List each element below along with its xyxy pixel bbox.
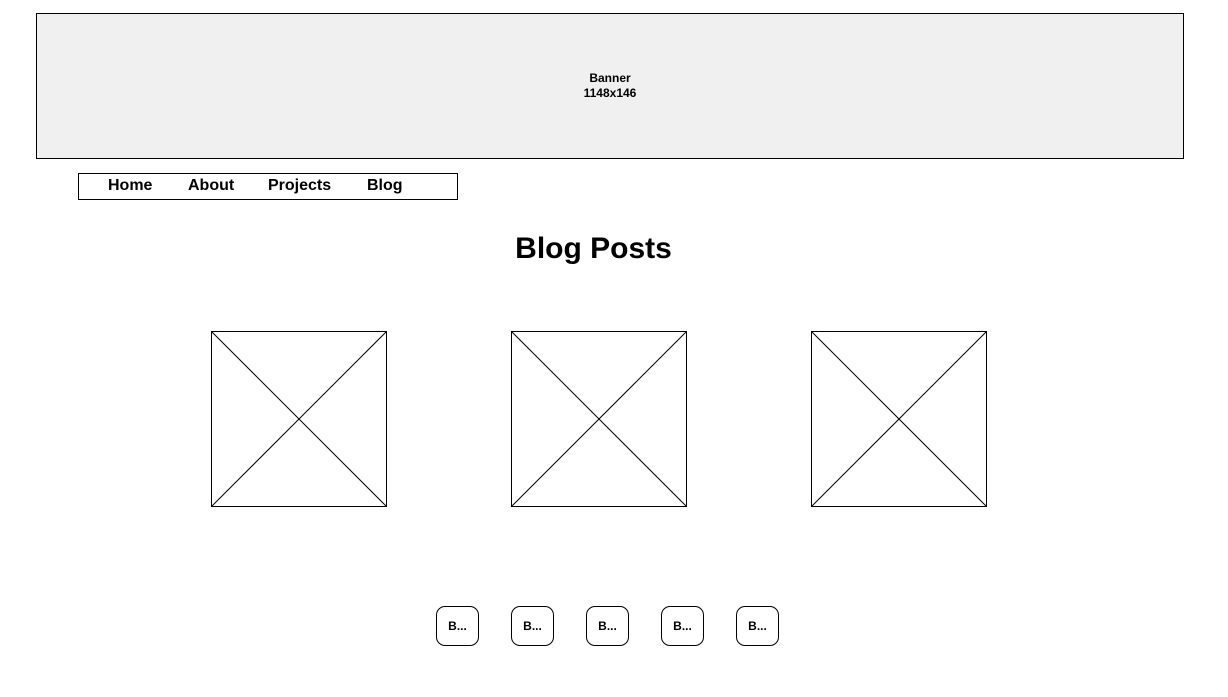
- nav-item-projects[interactable]: Projects: [268, 176, 331, 196]
- banner-placeholder: Banner 1148x146: [36, 13, 1184, 159]
- blog-post-image-placeholder[interactable]: [511, 331, 687, 507]
- pagination-button[interactable]: B...: [511, 606, 554, 646]
- main-nav: Home About Projects Blog: [78, 173, 458, 200]
- image-placeholder-icon: [212, 332, 386, 506]
- page-title: Blog Posts: [515, 232, 672, 265]
- image-placeholder-icon: [812, 332, 986, 506]
- pagination-button[interactable]: B...: [436, 606, 479, 646]
- image-placeholder-icon: [512, 332, 686, 506]
- pagination-button[interactable]: B...: [586, 606, 629, 646]
- banner-title: Banner: [589, 71, 631, 85]
- pagination-button[interactable]: B...: [661, 606, 704, 646]
- pagination-button[interactable]: B...: [736, 606, 779, 646]
- banner-size: 1148x146: [583, 86, 637, 100]
- blog-post-image-placeholder[interactable]: [811, 331, 987, 507]
- nav-item-blog[interactable]: Blog: [367, 176, 403, 196]
- nav-item-home[interactable]: Home: [108, 176, 152, 196]
- nav-item-about[interactable]: About: [188, 176, 234, 196]
- blog-post-image-placeholder[interactable]: [211, 331, 387, 507]
